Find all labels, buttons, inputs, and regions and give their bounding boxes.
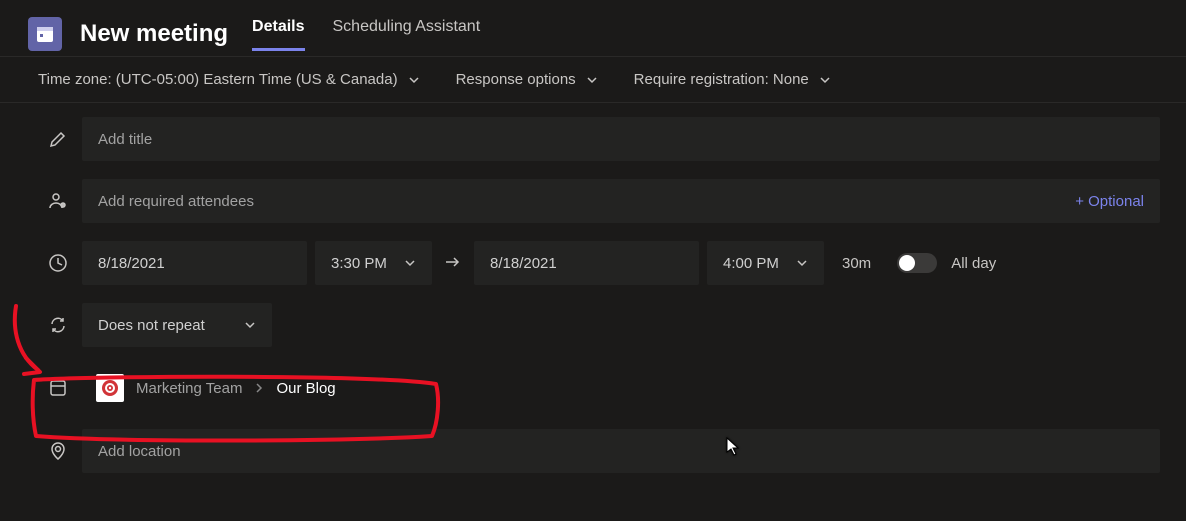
duration-label: 30m [842,255,871,272]
allday-label: All day [951,255,996,272]
response-options-label: Response options [456,71,576,88]
require-registration-dropdown[interactable]: Require registration: None [634,71,831,88]
chevron-down-icon [796,257,808,269]
end-time-input[interactable]: 4:00 PM [707,241,824,285]
chevron-down-icon [244,319,256,331]
attendees-placeholder: Add required attendees [98,193,254,210]
calendar-app-icon [28,17,62,51]
recurrence-dropdown[interactable]: Does not repeat [82,303,272,347]
end-date-input[interactable]: 8/18/2021 [474,241,699,285]
chevron-down-icon [819,74,831,86]
title-input[interactable]: Add title [82,117,1160,161]
timezone-label: Time zone: (UTC-05:00) Eastern Time (US … [38,71,398,88]
location-input[interactable]: Add location [82,429,1160,473]
attendees-input[interactable]: Add required attendees + Optional [82,179,1160,223]
location-placeholder: Add location [98,443,181,460]
team-avatar-icon [96,374,124,402]
response-options-dropdown[interactable]: Response options [456,71,598,88]
channel-name: Our Blog [276,380,335,397]
chevron-down-icon [408,74,420,86]
require-registration-label: Require registration: None [634,71,809,88]
chevron-right-icon [254,380,264,397]
optional-attendees-link[interactable]: + Optional [1075,193,1144,210]
people-icon [34,191,82,211]
chevron-down-icon [404,257,416,269]
title-placeholder: Add title [98,131,152,148]
arrow-right-icon [440,255,466,272]
recurrence-icon [34,315,82,335]
allday-toggle[interactable] [897,253,937,273]
channel-team-name: Marketing Team [136,380,242,397]
location-icon [34,441,82,461]
timezone-dropdown[interactable]: Time zone: (UTC-05:00) Eastern Time (US … [38,71,420,88]
channel-picker[interactable]: Marketing Team Our Blog [82,365,1160,411]
clock-icon [34,253,82,273]
tab-details[interactable]: Details [252,18,304,51]
tab-scheduling-assistant[interactable]: Scheduling Assistant [333,18,481,51]
mouse-cursor [726,437,740,461]
channel-icon [34,378,82,398]
page-title: New meeting [80,20,228,48]
start-date-input[interactable]: 8/18/2021 [82,241,307,285]
chevron-down-icon [586,74,598,86]
pencil-icon [34,129,82,149]
start-time-input[interactable]: 3:30 PM [315,241,432,285]
